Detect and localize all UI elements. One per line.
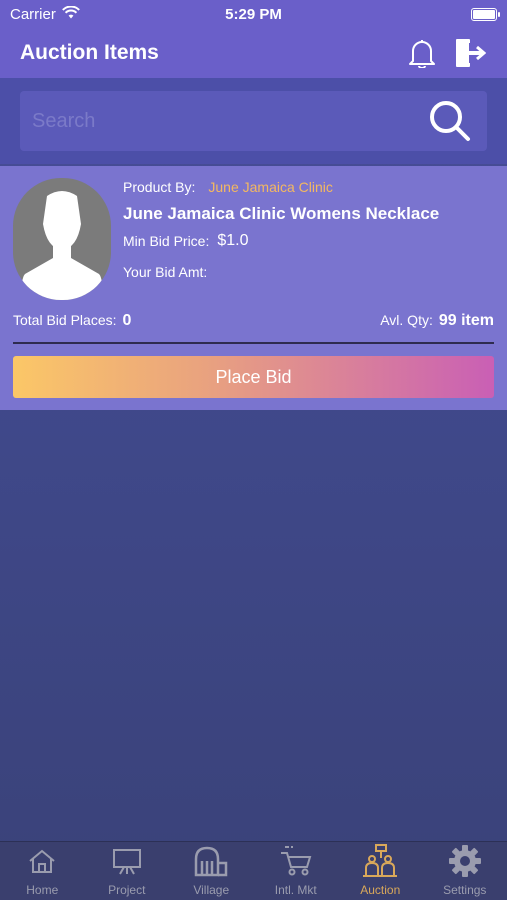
tab-intl-mkt-label: Intl. Mkt [274,883,317,897]
battery-icon [471,7,500,21]
available-qty: Avl. Qty: 99 item [380,312,494,330]
tab-project[interactable]: Project [85,842,170,900]
tab-home-label: Home [26,883,59,897]
project-icon [109,843,145,879]
min-bid-row: Min Bid Price: $1.0 [123,232,497,250]
cart-icon [278,843,314,879]
page-title: Auction Items [20,41,159,64]
carrier-label: Carrier [10,5,56,23]
product-by-row: Product By: June Jamaica Clinic [123,178,497,196]
bell-icon[interactable] [405,36,439,70]
logout-icon[interactable] [453,36,487,70]
your-bid-label: Your Bid Amt: [123,264,208,280]
product-name: June Jamaica Clinic Womens Necklace [123,204,440,223]
tab-auction[interactable]: Auction [338,842,423,900]
total-bid-label: Total Bid Places: [13,312,117,328]
tab-settings-label: Settings [443,883,487,897]
tab-village[interactable]: Village [169,842,254,900]
total-bid-value: 0 [122,312,132,329]
min-bid-value: $1.0 [217,232,249,249]
header: Auction Items [0,28,507,78]
tab-bar: Home Project Village Intl. Mkt Auction S… [0,841,507,900]
wifi-icon [61,5,80,23]
village-icon [193,843,229,879]
search-box [20,91,487,151]
avl-qty-value: 99 item [438,312,494,329]
product-by-value: June Jamaica Clinic [208,179,333,195]
min-bid-label: Min Bid Price: [123,233,210,249]
search-input[interactable] [32,101,425,141]
tab-project-label: Project [108,883,146,897]
product-by-label: Product By: [123,179,196,195]
search-icon[interactable] [425,96,475,146]
place-bid-button[interactable]: Place Bid [13,356,494,398]
tab-auction-label: Auction [360,883,401,897]
status-bar: Carrier 5:29 PM [0,0,507,28]
total-bid-places: Total Bid Places: 0 [13,312,131,330]
bid-totals-row: Total Bid Places: 0 Avl. Qty: 99 item [13,312,494,330]
home-icon [24,843,60,879]
auction-item-card: Product By: June Jamaica Clinic June Jam… [0,166,507,410]
tab-settings[interactable]: Settings [423,842,507,900]
tab-home[interactable]: Home [0,842,85,900]
avl-qty-label: Avl. Qty: [380,312,433,328]
status-left: Carrier [10,5,80,23]
product-info: Product By: June Jamaica Clinic June Jam… [123,178,497,280]
tab-intl-mkt[interactable]: Intl. Mkt [254,842,339,900]
tab-village-label: Village [193,883,230,897]
search-bar [0,78,507,164]
person-placeholder-icon [21,191,103,300]
auction-icon [362,843,398,879]
product-avatar [13,178,111,300]
divider [13,342,494,344]
gear-icon [447,843,483,879]
